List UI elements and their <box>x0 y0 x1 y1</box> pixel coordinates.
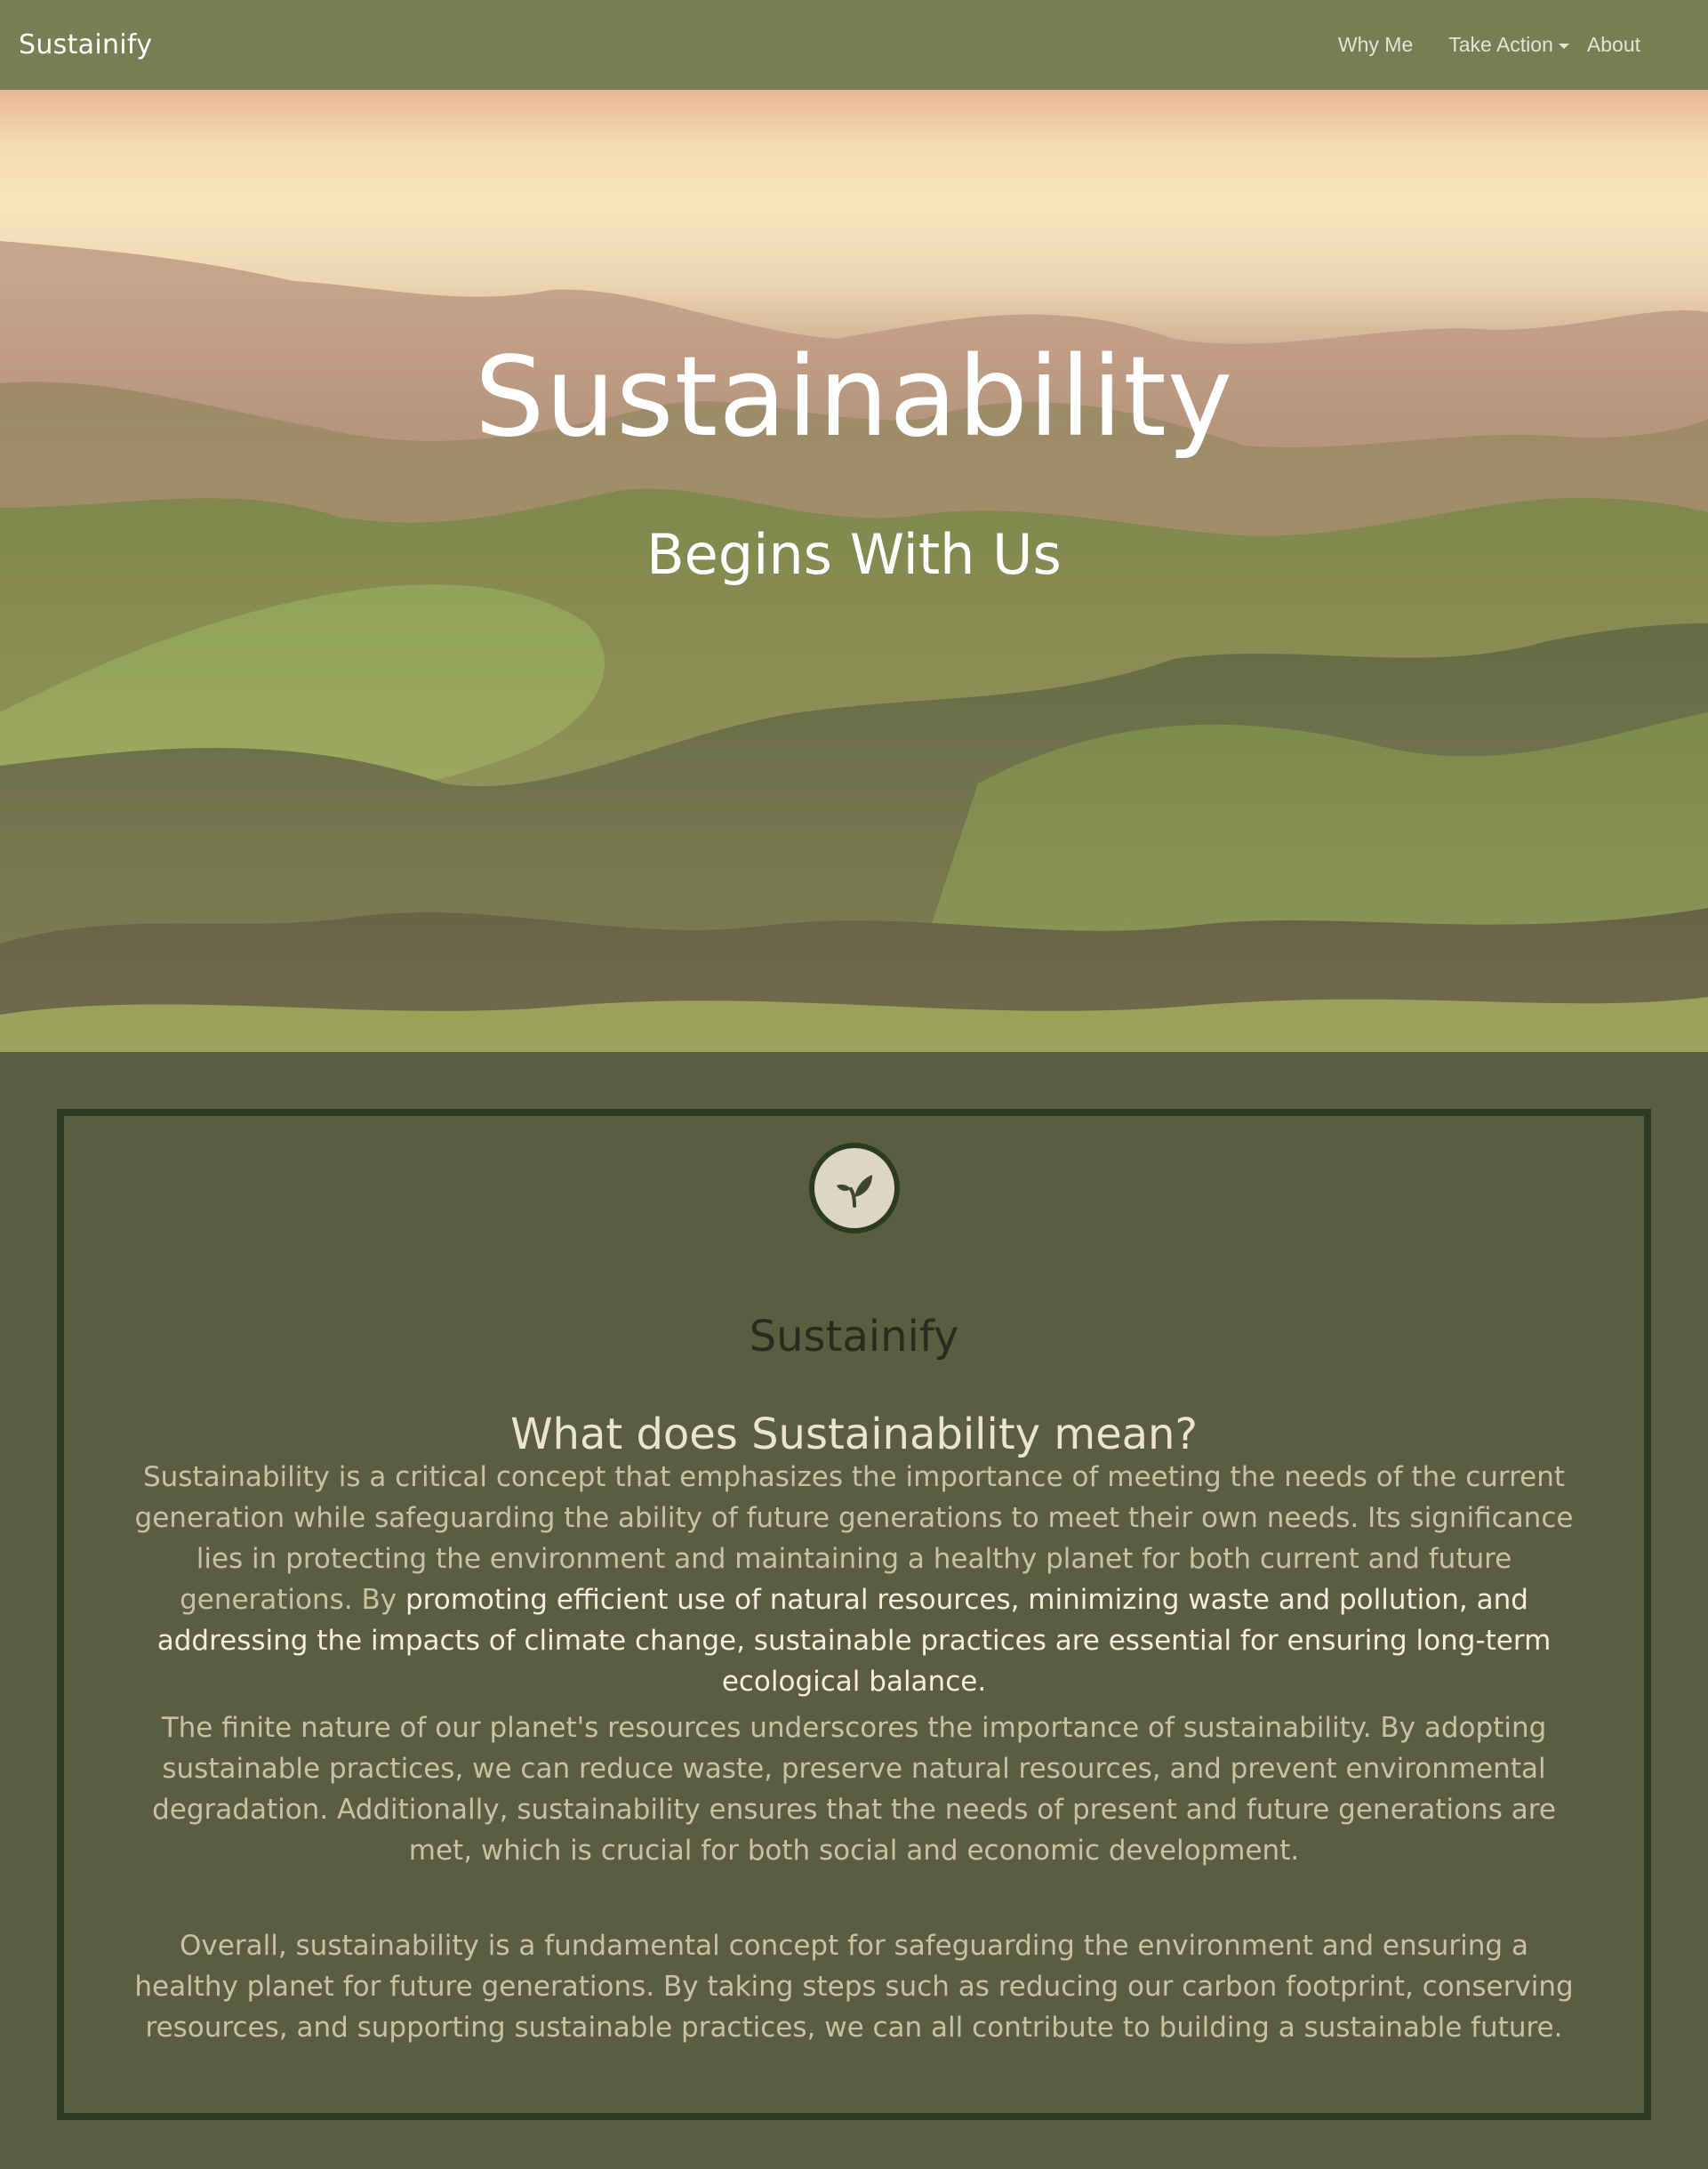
brand-link[interactable]: Sustainify <box>19 29 152 60</box>
card-brand-name: Sustainify <box>749 1312 959 1362</box>
paragraph-2: The finite nature of our planet's resour… <box>152 1712 1556 1867</box>
info-card: Sustainify What does Sustainability mean… <box>57 1109 1651 2120</box>
hero-subtitle: Begins With Us <box>646 522 1062 587</box>
nav-links: Why Me Take Action About <box>1338 33 1640 57</box>
nav-link-why-me[interactable]: Why Me <box>1338 33 1413 57</box>
hero-banner: Sustainability Begins With Us <box>0 90 1708 1052</box>
nav-dropdown-take-action[interactable]: Take Action <box>1448 33 1569 57</box>
nav-link-about[interactable]: About <box>1587 33 1640 57</box>
top-navbar: Sustainify Why Me Take Action About <box>0 0 1708 90</box>
about-section: Sustainify What does Sustainability mean… <box>0 1052 1708 2169</box>
hero-title: Sustainability <box>474 333 1234 462</box>
paragraph-1: Sustainability is a critical concept tha… <box>126 1457 1582 1702</box>
nav-dropdown-take-action-label: Take Action <box>1448 33 1553 56</box>
sprout-icon <box>808 1143 900 1233</box>
paragraph-3: Overall, sustainability is a fundamental… <box>134 1930 1574 2044</box>
caret-down-icon <box>1558 43 1569 49</box>
card-heading: What does Sustainability mean? <box>510 1410 1198 1459</box>
